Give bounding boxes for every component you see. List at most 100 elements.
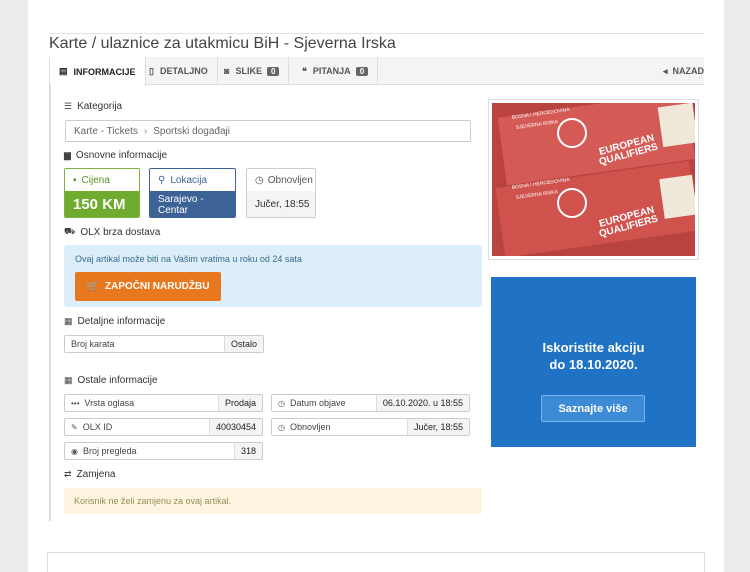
tab-bar: ▤ INFORMACIJE ▯ DETALJNO ◙ SLIKE 0 ❝ PIT…: [49, 57, 704, 86]
delivery-text: Ovaj artikal može biti na Vašim vratima …: [75, 254, 302, 264]
info-value: 318: [233, 443, 262, 459]
price-label: ▪ Cijena: [65, 169, 139, 191]
detail-row-broj-karata: Broj karata Ostalo: [64, 335, 264, 353]
count-badge: 0: [355, 66, 369, 76]
info-key: ◉ Broj pregleda: [65, 446, 234, 456]
section-heading-ostale: ▦ Ostale informacije: [64, 375, 158, 386]
ad-line-1: Iskoristite akciju: [542, 340, 645, 355]
exchange-notice: Korisnik ne želi zamjenu za ovaj artikal…: [64, 488, 482, 514]
count-badge: 0: [266, 66, 280, 76]
detail-key: Broj karata: [71, 339, 115, 349]
ad-learn-more-button[interactable]: Saznajte više: [541, 395, 645, 422]
next-section-box: [47, 552, 705, 572]
document-icon: ▯: [149, 65, 154, 76]
ellipsis-icon: •••: [71, 398, 80, 408]
section-heading-delivery: ⛟ OLX brza dostava: [64, 226, 160, 238]
tab-pitanja[interactable]: ❝ PITANJA 0: [293, 57, 379, 85]
location-label: ⚲ Lokacija: [150, 169, 235, 191]
table-icon: ▦: [64, 316, 73, 326]
calendar-icon: ▦: [64, 375, 73, 385]
section-heading-zamjena: ⇄ Zamjena: [64, 469, 115, 480]
truck-icon: ⛟: [64, 226, 76, 236]
tab-informacije[interactable]: ▤ INFORMACIJE: [49, 57, 146, 86]
chevron-right-icon: ›: [143, 125, 148, 137]
section-heading-osnovne: ▆ Osnovne informacije: [64, 150, 167, 161]
clock-icon: ◷: [278, 422, 285, 432]
file-icon: ▆: [64, 150, 71, 160]
info-row-obnovljen: ◷ Obnovljen Jučer, 18:55: [271, 418, 470, 436]
info-row-olx-id: ✎ OLX ID 40030454: [64, 418, 263, 436]
delivery-panel: Ovaj artikal može biti na Vašim vratima …: [64, 245, 482, 307]
heading-text: Detaljne informacije: [77, 316, 166, 327]
money-icon: ▪: [73, 174, 77, 186]
info-value: Prodaja: [217, 395, 262, 411]
label-text: Obnovljen: [267, 174, 313, 186]
label-text: Cijena: [81, 174, 110, 186]
section-heading-detaljne: ▦ Detaljne informacije: [64, 316, 165, 327]
heading-text: Zamjena: [76, 469, 116, 480]
start-order-button[interactable]: 🛒 ZAPOČNI NARUDŽBU: [75, 272, 221, 301]
listing-image[interactable]: BOSNA I HERCEGOVINA SJEVERNA IRSKA EUROP…: [488, 99, 699, 260]
breadcrumb: Karte - Tickets › Sportski događaji: [65, 120, 471, 142]
eye-icon: ◉: [71, 446, 78, 456]
cart-icon: 🛒: [86, 281, 99, 292]
clock-icon: ◷: [278, 398, 285, 408]
list-icon: ☰: [64, 101, 73, 111]
info-key: ◷ Datum objave: [272, 398, 376, 408]
exchange-icon: ⇄: [64, 469, 72, 479]
key-text: Vrsta oglasa: [84, 398, 135, 408]
info-key: ••• Vrsta oglasa: [65, 398, 218, 408]
updated-box: ◷ Obnovljen Jučer, 18:55: [246, 168, 316, 218]
tab-slike[interactable]: ◙ SLIKE 0: [215, 57, 290, 85]
listing-page: Karte / ulaznice za utakmicu BiH - Sjeve…: [28, 0, 724, 572]
tab-detaljno[interactable]: ▯ DETALJNO: [140, 57, 218, 85]
location-box[interactable]: ⚲ Lokacija Sarajevo - Centar: [149, 168, 236, 218]
tab-label: PITANJA: [312, 66, 351, 76]
heading-text: OLX brza dostava: [80, 226, 161, 238]
detail-value: Ostalo: [223, 336, 263, 352]
info-key: ◷ Obnovljen: [272, 422, 407, 432]
tab-label: INFORMACIJE: [73, 66, 136, 77]
button-label: ZAPOČNI NARUDŽBU: [105, 281, 210, 292]
heading-text: Ostale informacije: [77, 375, 158, 386]
info-value: 06.10.2020. u 18:55: [375, 395, 469, 411]
key-text: Datum objave: [289, 398, 346, 408]
key-text: OLX ID: [82, 422, 113, 432]
clock-icon: ◷: [255, 174, 264, 186]
info-card-icon: ▤: [59, 66, 68, 76]
breadcrumb-item[interactable]: Karte - Tickets: [74, 126, 138, 137]
price-value: 150 KM: [65, 191, 139, 217]
label-text: Lokacija: [170, 174, 208, 186]
ad-banner[interactable]: Iskoristite akciju do 18.10.2020. Saznaj…: [491, 277, 696, 447]
info-value: 40030454: [208, 419, 262, 435]
location-value: Sarajevo - Centar: [150, 191, 235, 217]
info-row-datum-objave: ◷ Datum objave 06.10.2020. u 18:55: [271, 394, 470, 412]
camera-icon: ◙: [224, 66, 230, 76]
price-box: ▪ Cijena 150 KM: [64, 168, 140, 218]
wrench-icon: ✎: [71, 422, 78, 432]
ad-text: Iskoristite akciju do 18.10.2020.: [491, 339, 696, 373]
tab-label: SLIKE: [235, 66, 262, 76]
back-button[interactable]: ◂ NAZAD: [663, 57, 704, 85]
tab-label: DETALJNO: [159, 66, 208, 76]
key-text: Broj pregleda: [82, 446, 137, 456]
info-value: Jučer, 18:55: [406, 419, 469, 435]
back-label: NAZAD: [672, 66, 705, 76]
key-text: Obnovljen: [289, 422, 331, 432]
ticket-photo: BOSNA I HERCEGOVINA SJEVERNA IRSKA EUROP…: [492, 103, 695, 256]
ticket-graphic: BOSNA I HERCEGOVINA SJEVERNA IRSKA EUROP…: [492, 103, 695, 256]
heading-text: Kategorija: [77, 101, 123, 112]
page-title: Karte / ulaznice za utakmicu BiH - Sjeve…: [49, 33, 704, 53]
info-row-vrsta-oglasa: ••• Vrsta oglasa Prodaja: [64, 394, 263, 412]
content-divider: [49, 85, 51, 521]
map-pin-icon: ⚲: [158, 174, 166, 186]
section-heading-kategorija: ☰ Kategorija: [64, 101, 122, 112]
updated-value: Jučer, 18:55: [247, 191, 315, 217]
arrow-left-icon: ◂: [662, 65, 668, 76]
info-row-broj-pregleda: ◉ Broj pregleda 318: [64, 442, 263, 460]
chat-icon: ❝: [302, 65, 307, 76]
ad-line-2: do 18.10.2020.: [549, 357, 638, 372]
heading-text: Osnovne informacije: [75, 150, 168, 161]
breadcrumb-item[interactable]: Sportski događaji: [153, 126, 230, 137]
info-key: ✎ OLX ID: [65, 422, 209, 432]
